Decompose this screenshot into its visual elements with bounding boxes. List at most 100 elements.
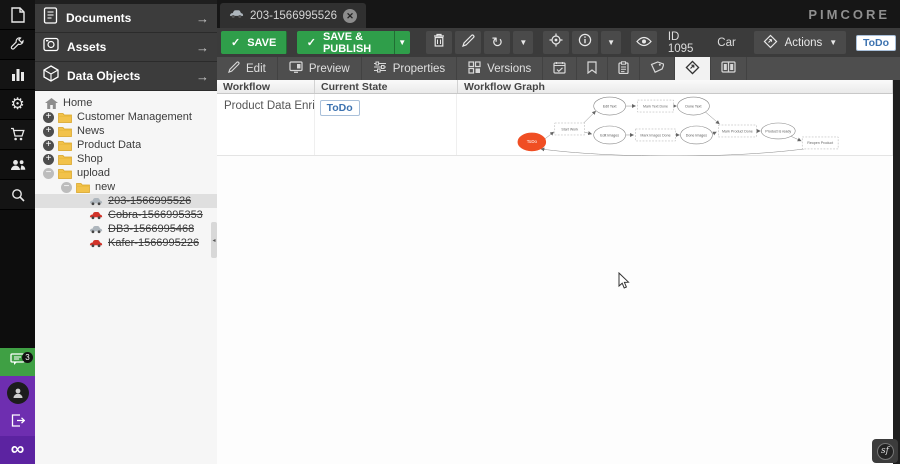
workflow-row[interactable]: Product Data Enrichm... ToDo ToDoStart W… — [217, 94, 893, 156]
svg-text:Done Images: Done Images — [686, 133, 707, 137]
tree-item[interactable]: +News — [35, 124, 217, 138]
reload-dropdown-button[interactable]: ▼ — [513, 31, 533, 54]
symfony-profiler-icon: sf — [877, 443, 894, 460]
tab-notes[interactable] — [577, 57, 608, 80]
object-id-label: ID 1095 — [668, 31, 698, 55]
pimcore-wordmark: PIMCORE — [808, 7, 900, 22]
svg-text:Done Text: Done Text — [685, 104, 701, 108]
debug-toolbar-button[interactable]: sf — [872, 439, 898, 463]
column-header-workflow-graph[interactable]: Workflow Graph — [458, 80, 893, 93]
user-profile-button[interactable] — [0, 376, 35, 410]
collapse-icon[interactable]: − — [43, 168, 54, 179]
accordion-headers: Documents → Assets → Data Objects → — [35, 0, 217, 91]
tree-item-label: Customer Management — [77, 111, 192, 123]
sidebar: Documents → Assets → Data Objects → Home… — [35, 0, 217, 464]
column-header-workflow[interactable]: Workflow — [217, 80, 315, 93]
eye-icon — [636, 34, 652, 52]
expand-icon[interactable]: + — [43, 140, 54, 151]
save-publish-button[interactable]: ✓SAVE & PUBLISH — [297, 31, 394, 54]
logout-button[interactable] — [0, 410, 35, 436]
info-dropdown-button[interactable]: ▼ — [601, 31, 621, 54]
car-gray-icon — [89, 197, 103, 206]
tree-item[interactable]: +Shop — [35, 152, 217, 166]
tab-preview-label: Preview — [309, 63, 350, 75]
column-header-current-state[interactable]: Current State — [315, 80, 458, 93]
delete-button[interactable] — [426, 31, 452, 54]
collapse-icon[interactable]: − — [61, 182, 72, 193]
pimcore-app: ⚙ 3 ∞ — [0, 0, 900, 464]
customers-menu-button[interactable] — [0, 150, 35, 180]
reload-button[interactable]: ↻ — [484, 31, 510, 54]
tree-item[interactable]: 203-1566995526 — [35, 194, 217, 208]
reports-menu-button[interactable] — [0, 60, 35, 90]
svg-text:Start Work: Start Work — [561, 127, 578, 131]
expand-icon[interactable]: + — [43, 112, 54, 123]
tab-bar: 203-1566995526 ✕ PIMCORE — [217, 0, 900, 28]
trash-icon — [433, 33, 445, 52]
folder-icon — [58, 168, 72, 179]
car-gray-icon — [89, 225, 103, 234]
tab-workflow[interactable] — [675, 57, 711, 80]
ecommerce-menu-button[interactable] — [0, 120, 35, 150]
tab-schedule[interactable] — [543, 57, 577, 80]
expand-icon[interactable]: + — [43, 126, 54, 137]
rail-bottom-group: 3 ∞ — [0, 348, 35, 464]
save-publish-dropdown-button[interactable]: ▼ — [394, 31, 410, 54]
notifications-button[interactable]: 3 — [0, 348, 35, 376]
workflow-actions-button[interactable]: Actions ▼ — [754, 31, 847, 54]
info-button[interactable] — [572, 31, 598, 54]
tab-edit[interactable]: Edit — [217, 57, 278, 80]
tab-preview[interactable]: Preview — [278, 57, 362, 80]
folder-icon — [58, 112, 72, 123]
save-split-button: ✓SAVE ▼ — [221, 31, 287, 54]
expand-icon[interactable]: + — [43, 154, 54, 165]
tree-item-label: new — [95, 181, 115, 193]
accordion-documents[interactable]: Documents → — [35, 4, 217, 33]
tree-item[interactable]: + Product Data — [35, 138, 217, 152]
tree-item[interactable]: + Customer Management — [35, 110, 217, 124]
tab-versions-label: Versions — [487, 63, 531, 75]
workflow-diamond-icon — [685, 60, 700, 78]
svg-text:Mark Product Done: Mark Product Done — [722, 129, 753, 133]
tree-item-label: Product Data — [77, 139, 141, 151]
accordion-data-objects[interactable]: Data Objects → — [35, 62, 217, 91]
workflow-diamond-icon — [763, 34, 778, 52]
tab-dependencies[interactable] — [711, 57, 747, 80]
pimcore-logo-button[interactable]: ∞ — [0, 436, 35, 464]
tools-menu-button[interactable] — [0, 30, 35, 60]
settings-menu-button[interactable]: ⚙ — [0, 90, 35, 120]
svg-text:Product is ready: Product is ready — [765, 129, 791, 133]
versions-grid-icon — [468, 61, 481, 77]
tree-item[interactable]: Home — [35, 96, 217, 110]
tree-item[interactable]: Kafer-1566995226 — [35, 236, 217, 250]
tab-tags[interactable] — [640, 57, 675, 80]
tree-item[interactable]: DB3-1566995468 — [35, 222, 217, 236]
tree-item[interactable]: Cobra-1566995353 — [35, 208, 217, 222]
clipboard-icon — [618, 61, 629, 77]
search-menu-button[interactable] — [0, 180, 35, 210]
editor-tab-bar: Edit Preview Properties Versions — [217, 57, 900, 80]
save-dropdown-button[interactable]: ▼ — [286, 31, 287, 54]
accordion-assets[interactable]: Assets → — [35, 33, 217, 62]
file-menu-button[interactable] — [0, 0, 35, 30]
tab-versions[interactable]: Versions — [457, 57, 543, 80]
open-preview-button[interactable] — [631, 31, 657, 54]
tree-item[interactable]: − new — [35, 180, 217, 194]
locate-in-tree-button[interactable] — [543, 31, 569, 54]
current-state-badge: ToDo — [320, 100, 360, 116]
tree-item-label: Home — [63, 97, 92, 109]
object-tab[interactable]: 203-1566995526 ✕ — [220, 3, 366, 28]
car-icon — [229, 9, 244, 22]
sidebar-collapse-handle[interactable] — [211, 222, 217, 258]
bookmark-icon — [587, 61, 597, 77]
users-icon — [10, 159, 26, 171]
save-button[interactable]: ✓SAVE — [221, 31, 286, 54]
tab-application-log[interactable] — [608, 57, 640, 80]
tree-item[interactable]: −upload — [35, 166, 217, 180]
workflow-graph-cell: ToDoStart WorkEdit TextMark Text DoneDon… — [457, 94, 893, 155]
tab-close-icon[interactable]: ✕ — [343, 9, 357, 23]
tab-properties[interactable]: Properties — [362, 57, 457, 80]
workflow-actions-label: Actions — [785, 37, 823, 49]
svg-text:Mark Text Done: Mark Text Done — [643, 104, 668, 108]
rename-button[interactable] — [455, 31, 481, 54]
